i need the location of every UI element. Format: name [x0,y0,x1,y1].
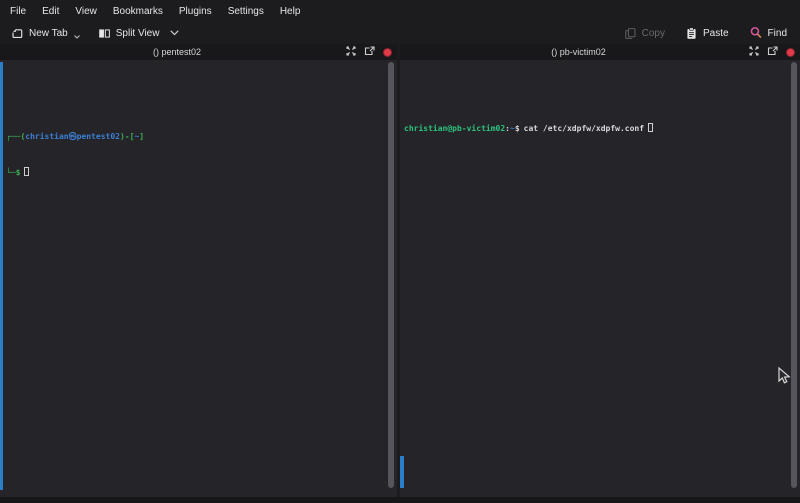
prompt-frame-close: ] [139,132,144,141]
pane-title-pentest02: () pentest02 [8,47,346,57]
pane-header-pentest02[interactable]: () pentest02 [0,44,397,60]
menu-bookmarks[interactable]: Bookmarks [105,3,171,20]
new-tab-label: New Tab [29,28,68,39]
pane-header-icons [749,43,795,61]
close-split-button[interactable] [383,48,392,57]
prompt-user-host: christian@pb-victim02 [404,124,505,133]
scrollbar-right-pane[interactable] [791,62,797,488]
paste-label: Paste [703,28,729,39]
new-tab-button[interactable]: New Tab [6,25,85,42]
detach-split-icon[interactable] [767,43,778,61]
prompt-line-2: └─$ [6,167,397,179]
mouse-cursor [778,367,791,390]
split-view-label: Split View [116,28,160,39]
menu-help[interactable]: Help [272,3,309,20]
new-tab-icon [11,27,24,40]
prompt-frame-mid: )-[ [120,132,134,141]
copy-icon [624,27,637,40]
split-focus-bar [400,456,404,488]
pane-pb-victim02: () pb-victim02 [400,44,800,497]
active-split-indicator [0,62,3,490]
pane-title-pb-victim02: () pb-victim02 [408,47,749,57]
menu-bar: File Edit View Bookmarks Plugins Setting… [0,0,800,22]
paste-icon [685,27,698,40]
menu-plugins[interactable]: Plugins [171,3,220,20]
chevron-down-icon[interactable] [170,30,179,36]
split-view-button[interactable]: Split View [93,25,185,42]
close-split-button[interactable] [786,48,795,57]
terminal-pb-victim02[interactable]: christian@pb-victim02:~$cat /etc/xdpfw/x… [400,60,800,497]
copy-label: Copy [642,28,665,39]
find-button[interactable]: Find [744,24,792,42]
menu-view[interactable]: View [67,3,105,20]
detach-split-icon[interactable] [364,43,375,61]
prompt-frame-open: ┌──( [6,132,25,141]
prompt-line-1: ┌──(christian㉿pentest02)-[~] [6,131,397,143]
maximize-split-icon[interactable] [749,43,759,61]
prompt-user-host: christian㉿pentest02 [25,132,120,141]
toolbar-right-group: Copy Paste Find [619,24,792,42]
find-label: Find [768,28,787,39]
command-text: cat /etc/xdpfw/xdpfw.conf [524,124,644,133]
find-icon [749,26,763,40]
maximize-split-icon[interactable] [346,43,356,61]
copy-button[interactable]: Copy [619,25,670,42]
terminal-cursor [648,123,653,132]
toolbar: New Tab Split View Copy [0,22,800,44]
pane-pentest02: () pentest02 [0,44,397,497]
scrollbar-left-pane[interactable] [388,62,394,488]
split-view-container: () pentest02 [0,44,800,497]
terminal-output-right: christian@pb-victim02:~$cat /etc/xdpfw/x… [400,96,800,159]
pane-header-pb-victim02[interactable]: () pb-victim02 [400,44,800,60]
window-bottom-edge [0,497,800,503]
terminal-pentest02[interactable]: ┌──(christian㉿pentest02)-[~] └─$ [0,60,397,497]
menu-file[interactable]: File [2,3,34,20]
terminal-output-left: ┌──(christian㉿pentest02)-[~] └─$ [0,96,397,203]
pane-header-icons [346,43,392,61]
split-view-icon [98,27,111,40]
prompt-dollar: └─$ [6,168,20,177]
prompt-dollar: $ [515,124,520,133]
prompt-line: christian@pb-victim02:~$cat /etc/xdpfw/x… [404,123,800,135]
menu-settings[interactable]: Settings [220,3,272,20]
terminal-cursor [24,167,29,176]
paste-button[interactable]: Paste [680,25,734,42]
new-tab-dropdown-icon[interactable] [74,35,80,39]
menu-edit[interactable]: Edit [34,3,67,20]
